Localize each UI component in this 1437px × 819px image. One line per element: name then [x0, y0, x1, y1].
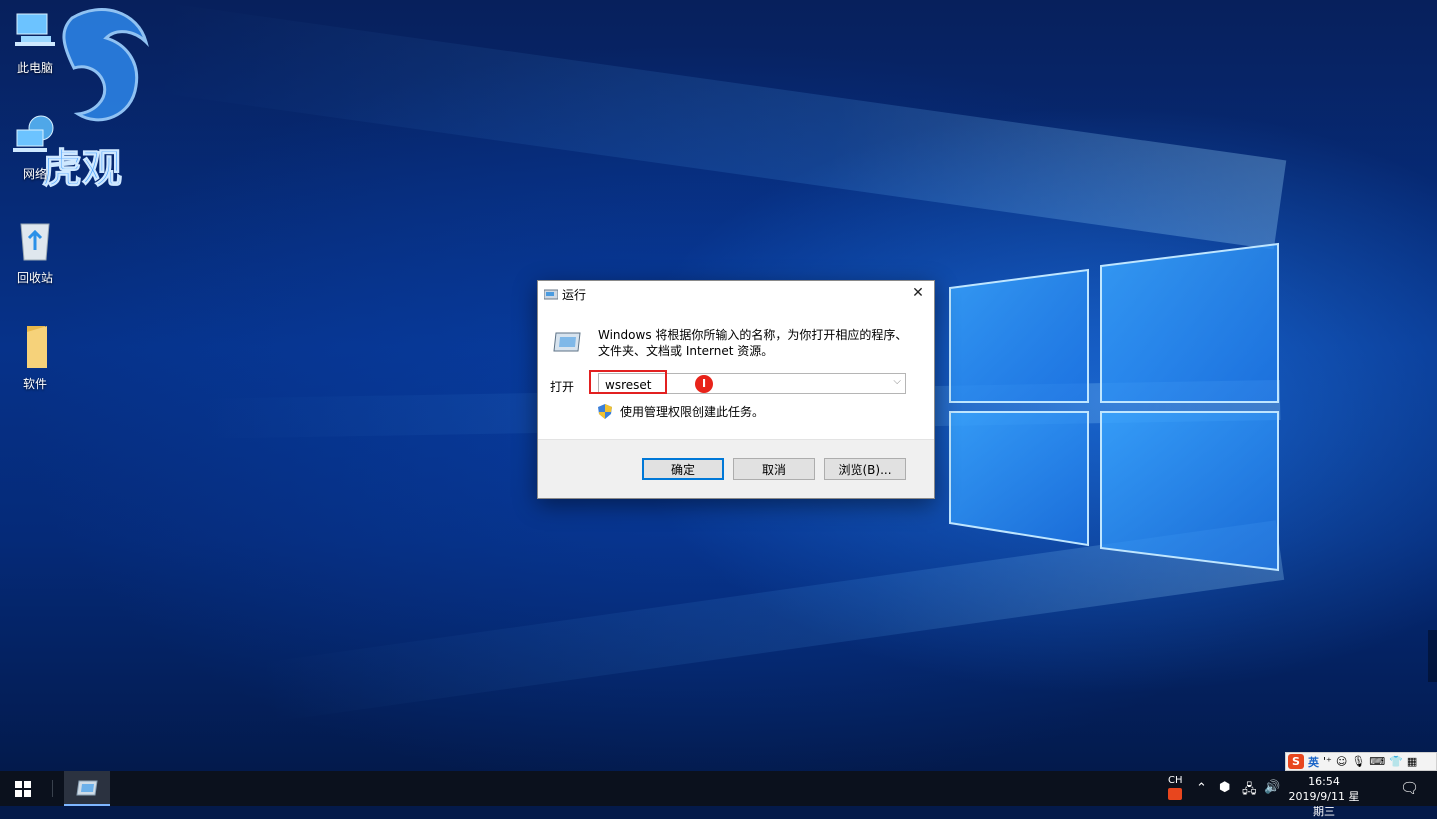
admin-note: 使用管理权限创建此任务。: [620, 405, 765, 419]
input-indicator[interactable]: CH: [1168, 771, 1184, 806]
cursor-indicator-icon: I: [695, 375, 713, 393]
chevron-down-icon[interactable]: ⌵: [893, 376, 901, 387]
desktop-icon-label: 此电脑: [16, 61, 53, 75]
desktop-icon-label: 软件: [22, 377, 47, 391]
highlight-box: [589, 370, 667, 394]
cancel-button[interactable]: 取消: [733, 458, 815, 480]
ime-toolbar: S 英 '⁺ ☺ 🎙 ⌨ 👕 ▦: [1285, 752, 1437, 771]
dialog-title: 运行: [562, 287, 587, 302]
close-button[interactable]: ✕: [910, 285, 926, 301]
uac-shield-icon: [598, 404, 612, 419]
desktop-icon-software[interactable]: 软件: [0, 322, 70, 392]
system-clock[interactable]: 16:54 2019/9/11 星期三: [1286, 774, 1362, 819]
taskbar-separator: [52, 780, 53, 797]
this-pc-icon: [15, 13, 55, 46]
microphone-icon[interactable]: 🎙: [1351, 755, 1365, 768]
lang-indicator: CH: [1168, 775, 1183, 786]
taskbar-run-app[interactable]: [64, 771, 110, 806]
sogou-tray-icon: [1168, 788, 1182, 800]
start-button[interactable]: [0, 771, 46, 806]
run-app-icon: [544, 289, 558, 300]
volume-icon[interactable]: 🔊: [1264, 780, 1280, 815]
desktop-icon-label: 网络: [22, 167, 47, 181]
desktop-icon-network[interactable]: 网络: [0, 112, 70, 182]
run-dialog: 运行 ✕ Windows 将根据你所输入的名称，为你打开相应的程序、文件夹、文档…: [537, 280, 935, 499]
taskbar: CH ⌃ ⬢ 🖧 🔊 16:54 2019/9/11 星期三 🗨: [0, 771, 1437, 818]
bluetooth-tray-icon[interactable]: ⬢: [1219, 780, 1230, 815]
folder-icon: [27, 326, 47, 368]
clock-date: 2019/9/11 星期三: [1288, 790, 1360, 818]
desktop-icon-label: 回收站: [16, 271, 53, 285]
admin-note-row: 使用管理权限创建此任务。: [598, 403, 764, 420]
keyboard-icon[interactable]: ⌨: [1369, 755, 1385, 768]
recycle-bin-icon: [20, 223, 50, 261]
network-tray-icon[interactable]: 🖧: [1242, 780, 1257, 815]
ime-lang-toggle[interactable]: 英: [1308, 754, 1319, 770]
network-icon: [13, 115, 54, 152]
desktop-icon-recycle-bin[interactable]: 回收站: [0, 216, 70, 286]
desktop: 虎观 此电脑 网络 回收站 软件 运行 ✕ Windows 将根据你所输入的名称…: [0, 0, 1437, 771]
dialog-titlebar[interactable]: 运行: [538, 281, 934, 307]
dialog-footer: 确定 取消 浏览(B)...: [538, 439, 934, 498]
browse-button[interactable]: 浏览(B)...: [824, 458, 906, 480]
skin-icon[interactable]: 👕: [1389, 755, 1403, 768]
toolbox-icon[interactable]: ▦: [1407, 755, 1417, 768]
open-label: 打开: [550, 380, 575, 394]
clock-time: 16:54: [1308, 775, 1340, 788]
ok-button[interactable]: 确定: [642, 458, 724, 480]
emoji-icon[interactable]: ☺: [1336, 755, 1347, 768]
run-app-icon: [76, 780, 98, 795]
run-large-icon: [553, 332, 581, 352]
desktop-icon-this-pc[interactable]: 此电脑: [0, 6, 70, 76]
punctuation-icon[interactable]: '⁺: [1323, 755, 1332, 768]
dialog-description: Windows 将根据你所输入的名称，为你打开相应的程序、文件夹、文档或 Int…: [598, 328, 908, 358]
sogou-logo-icon[interactable]: S: [1288, 754, 1304, 769]
notification-center-icon[interactable]: 🗨: [1400, 779, 1419, 814]
edge-widget: [1428, 630, 1437, 682]
windows-start-icon: [15, 780, 31, 797]
show-hidden-icons-icon[interactable]: ⌃: [1196, 781, 1207, 816]
